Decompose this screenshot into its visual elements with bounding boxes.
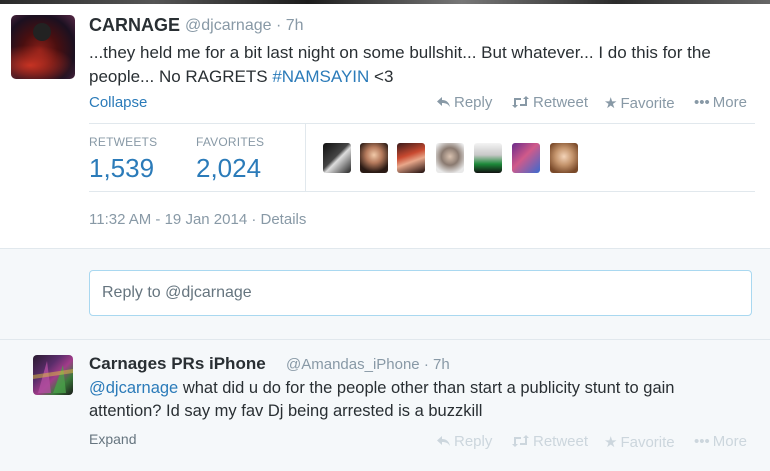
avatar-silhouette xyxy=(33,23,51,41)
favoriter-avatar[interactable] xyxy=(436,143,464,173)
retweets-count[interactable]: 1,539 xyxy=(89,153,154,184)
reply-input[interactable] xyxy=(90,271,744,315)
more-label: More xyxy=(712,94,747,111)
retweet-label: Retweet xyxy=(533,94,589,111)
favorite-label: Favorite xyxy=(620,95,675,112)
avatar[interactable] xyxy=(11,15,75,79)
favorites-label[interactable]: FAVORITES xyxy=(196,135,264,149)
retweets-label[interactable]: RETWEETS xyxy=(89,135,157,149)
user-handle[interactable]: @djcarnage xyxy=(185,17,272,34)
expand-link[interactable]: Expand xyxy=(89,431,136,447)
favoriter-avatar[interactable] xyxy=(323,143,351,173)
reply-label: Reply xyxy=(454,94,493,111)
reply-icon xyxy=(437,97,450,107)
retweet-icon xyxy=(512,96,529,108)
tweet-text: ...they held me for a bit last night on … xyxy=(89,41,759,89)
reply-button[interactable]: Reply xyxy=(436,94,492,111)
favorite-label: Favorite xyxy=(620,434,675,451)
more-dots-icon: ••• xyxy=(694,94,710,111)
mention-link[interactable]: @djcarnage xyxy=(89,379,178,397)
reply-box[interactable] xyxy=(89,270,752,316)
reply-time-ago[interactable]: · 7h xyxy=(424,356,450,373)
tweet-text-end: <3 xyxy=(369,67,394,86)
reply-meta: @Amandas_iPhone · 7h xyxy=(286,356,450,373)
time-ago[interactable]: · 7h xyxy=(276,17,304,34)
details-link[interactable]: · Details xyxy=(251,211,306,228)
reply-icon xyxy=(437,436,450,446)
stats-divider-bottom xyxy=(89,191,755,192)
stats-divider-top xyxy=(89,123,755,124)
tweet-actions: Reply Retweet ★ Favorite ••• More xyxy=(430,94,760,116)
favoriter-avatar[interactable] xyxy=(360,143,388,173)
favoriter-avatar[interactable] xyxy=(512,143,540,173)
favorite-button[interactable]: ★ Favorite xyxy=(604,94,675,112)
retweet-label: Retweet xyxy=(533,433,589,450)
star-icon: ★ xyxy=(604,434,618,451)
reply-avatar-art xyxy=(33,361,73,393)
reply-tweet-text: @djcarnage what did u do for the people … xyxy=(89,377,739,423)
star-icon: ★ xyxy=(604,95,618,112)
display-name[interactable]: CARNAGE xyxy=(89,15,180,36)
tweet-meta: @djcarnage · 7h xyxy=(185,17,304,35)
reply-tweet-favorite-button[interactable]: ★ Favorite xyxy=(604,433,675,451)
favoriter-avatar[interactable] xyxy=(397,143,425,173)
more-button[interactable]: ••• More xyxy=(694,94,747,111)
reply-tweet-more-button[interactable]: ••• More xyxy=(694,433,747,450)
reply-avatar[interactable] xyxy=(33,355,73,395)
favoriter-avatar[interactable] xyxy=(550,143,578,173)
reply-user-handle[interactable]: @Amandas_iPhone xyxy=(286,356,420,373)
tweet-text-body: ...they held me for a bit last night on … xyxy=(89,43,711,86)
more-dots-icon: ••• xyxy=(694,433,710,450)
avatar-glow xyxy=(11,45,75,79)
reply-label: Reply xyxy=(454,433,493,450)
reply-tweet-retweet-button[interactable]: Retweet xyxy=(511,433,588,450)
reply-divider xyxy=(0,339,770,340)
hashtag-link[interactable]: #NAMSAYIN xyxy=(272,67,369,86)
reply-tweet-actions: Reply Retweet ★ Favorite ••• More xyxy=(436,433,766,455)
retweet-button[interactable]: Retweet xyxy=(511,94,588,111)
timestamp[interactable]: 11:32 AM - 19 Jan 2014 xyxy=(89,211,247,228)
retweet-icon xyxy=(512,435,529,447)
favorites-count[interactable]: 2,024 xyxy=(196,153,261,184)
stats-separator xyxy=(305,123,306,191)
tweet-timestamp-row: 11:32 AM - 19 Jan 2014 · Details xyxy=(89,211,306,228)
collapse-link[interactable]: Collapse xyxy=(89,94,147,111)
reply-tweet-reply-button[interactable]: Reply xyxy=(436,433,492,450)
favoriter-avatar[interactable] xyxy=(474,143,502,173)
more-label: More xyxy=(712,433,747,450)
reply-display-name[interactable]: Carnages PRs iPhone xyxy=(89,354,266,374)
